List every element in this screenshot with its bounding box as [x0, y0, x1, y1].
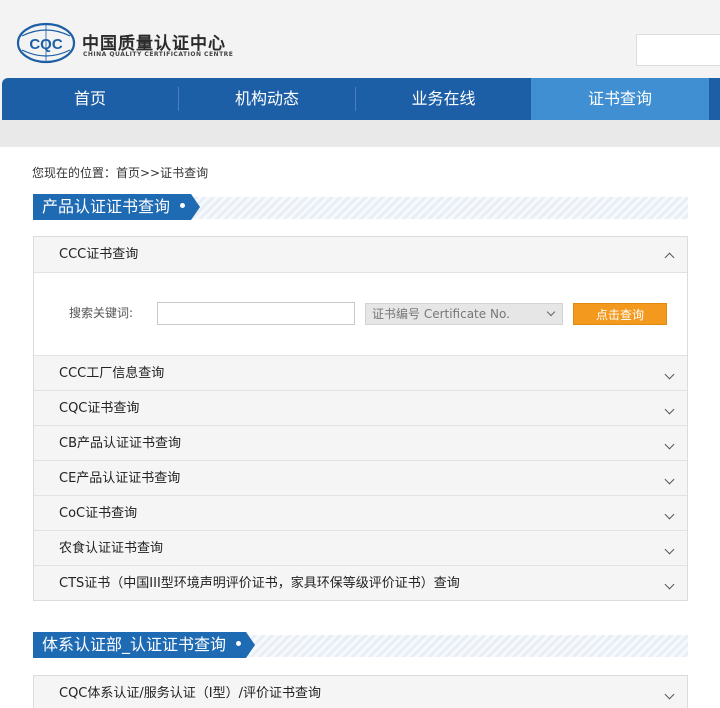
- accordion-item-cts[interactable]: CTS证书（中国III型环境声明评价证书，家具环保等级评价证书）查询: [34, 565, 687, 600]
- section-title-system: 体系认证部_认证证书查询: [33, 632, 246, 658]
- dot-icon: [180, 203, 186, 208]
- main-nav: 首页 机构动态 业务在线 证书查询: [0, 78, 720, 120]
- nav-item-home[interactable]: 首页: [2, 78, 178, 120]
- accordion-item-cqc-system[interactable]: CQC体系认证/服务认证（I型）/评价证书查询: [34, 676, 687, 708]
- accordion-item-agri-food[interactable]: 农食认证证书查询: [34, 530, 687, 565]
- chevron-down-icon[interactable]: [664, 544, 675, 555]
- breadcrumb: 您现在的位置：首页>>证书查询: [32, 166, 209, 180]
- accordion-item-label: CQC证书查询: [59, 401, 140, 416]
- section-arrow-icon: [191, 194, 200, 220]
- site-header: CQC 中国质量认证中心 CHINA QUALITY CERTIFICATION…: [0, 0, 720, 78]
- product-cert-accordion: CCC证书查询 搜索关键词: 证书编号 Certificate No. 点击查询…: [33, 236, 688, 601]
- section-title-product: 产品认证证书查询: [33, 194, 191, 220]
- svg-text:CQC: CQC: [29, 36, 63, 53]
- accordion-item-cb[interactable]: CB产品认证证书查询: [34, 425, 687, 460]
- chevron-down-icon[interactable]: [664, 474, 675, 485]
- chevron-down-icon[interactable]: [664, 509, 675, 520]
- nav-item-news[interactable]: 机构动态: [179, 78, 355, 120]
- search-type-value: 证书编号 Certificate No.: [372, 307, 510, 321]
- search-type-select[interactable]: 证书编号 Certificate No.: [365, 303, 563, 325]
- accordion-item-label: CE产品认证证书查询: [59, 471, 181, 486]
- section-title-text: 产品认证证书查询: [42, 197, 171, 216]
- nav-item-certificate-query[interactable]: 证书查询: [531, 78, 709, 120]
- chevron-down-icon[interactable]: [664, 369, 675, 380]
- accordion-item-coc[interactable]: CoC证书查询: [34, 495, 687, 530]
- section-title-text: 体系认证部_认证证书查询: [42, 635, 227, 654]
- accordion-item-label: CTS证书（中国III型环境声明评价证书，家具环保等级评价证书）查询: [59, 576, 460, 591]
- search-button[interactable]: 点击查询: [573, 303, 667, 325]
- chevron-down-icon: [546, 307, 556, 317]
- ccc-search-panel: 搜索关键词: 证书编号 Certificate No. 点击查询: [34, 272, 687, 355]
- accordion-item-label: CB产品认证证书查询: [59, 436, 181, 451]
- accordion-item-label: CCC工厂信息查询: [59, 366, 165, 381]
- accordion-item-label: CCC证书查询: [59, 247, 139, 262]
- cqc-logo-icon[interactable]: CQC: [16, 22, 76, 64]
- accordion-item-ccc-factory[interactable]: CCC工厂信息查询: [34, 355, 687, 390]
- section-arrow-icon: [246, 632, 255, 658]
- search-input[interactable]: [157, 302, 355, 325]
- accordion-item-ccc[interactable]: CCC证书查询: [34, 237, 687, 272]
- accordion-item-label: CoC证书查询: [59, 506, 138, 521]
- accordion-item-ce[interactable]: CE产品认证证书查询: [34, 460, 687, 495]
- nav-bar: 首页 机构动态 业务在线 证书查询: [2, 78, 720, 120]
- accordion-item-cqc[interactable]: CQC证书查询: [34, 390, 687, 425]
- chevron-down-icon[interactable]: [664, 404, 675, 415]
- accordion-item-label: CQC体系认证/服务认证（I型）/评价证书查询: [59, 686, 321, 701]
- org-name-en: CHINA QUALITY CERTIFICATION CENTRE: [83, 51, 234, 58]
- search-keyword-label: 搜索关键词:: [69, 306, 134, 320]
- chevron-down-icon[interactable]: [664, 579, 675, 590]
- dot-icon: [236, 641, 242, 646]
- system-cert-accordion: CQC体系认证/服务认证（I型）/评价证书查询: [33, 675, 688, 708]
- header-search-box[interactable]: [636, 34, 720, 66]
- chevron-up-icon[interactable]: [664, 252, 675, 263]
- nav-item-business[interactable]: 业务在线: [356, 78, 531, 120]
- accordion-item-label: 农食认证证书查询: [59, 541, 164, 556]
- chevron-down-icon[interactable]: [664, 689, 675, 700]
- nav-shadow-band: [0, 120, 720, 147]
- chevron-down-icon[interactable]: [664, 439, 675, 450]
